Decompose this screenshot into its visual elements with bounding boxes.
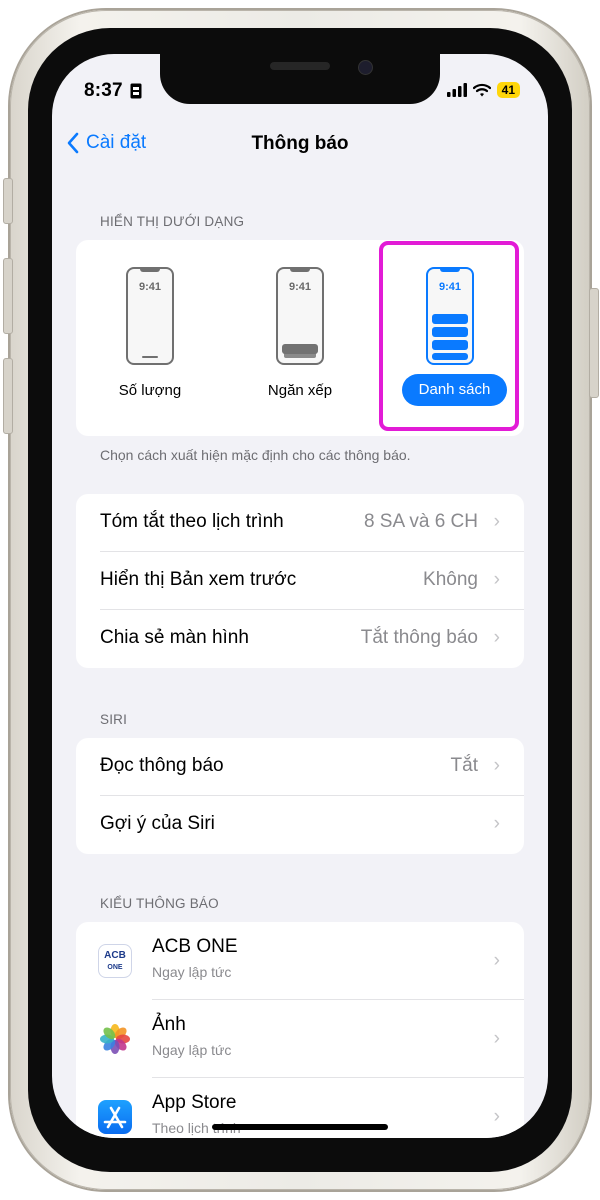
siri-header: SIRI [100, 712, 128, 727]
status-time: 8:37 [84, 80, 123, 101]
app-row-photos[interactable]: Ảnh Ngay lập tức › [76, 1000, 524, 1078]
phone-stack-icon: 9:41 [276, 267, 324, 365]
scheduled-summary-row[interactable]: Tóm tắt theo lịch trình 8 SA và 6 CH › [76, 494, 524, 552]
notification-style-header: KIỂU THÔNG BÁO [100, 896, 219, 911]
mute-switch [3, 178, 13, 224]
siri-suggestions-row[interactable]: Gợi ý của Siri › [76, 796, 524, 854]
style-option-stack[interactable]: 9:41 Ngăn xếp [230, 240, 370, 436]
chevron-right-icon: › [493, 755, 500, 776]
volume-up-button [3, 258, 13, 334]
navigation-bar: Cài đặt Thông báo [52, 132, 548, 162]
style-option-label: Ngăn xếp [267, 382, 333, 399]
display-as-header: HIỂN THỊ DƯỚI DẠNG [100, 214, 245, 229]
chevron-right-icon: › [493, 627, 500, 648]
settings-card: Tóm tắt theo lịch trình 8 SA và 6 CH › H… [76, 494, 524, 668]
phone-count-icon: 9:41 [126, 267, 174, 365]
chevron-right-icon: › [493, 813, 500, 834]
siri-card: Đọc thông báo Tắt › Gợi ý của Siri › [76, 738, 524, 854]
show-previews-row[interactable]: Hiển thị Bản xem trước Không › [76, 552, 524, 610]
highlight-frame [379, 241, 519, 431]
style-option-count[interactable]: 9:41 Số lượng [80, 240, 220, 436]
status-icons: 41 [446, 82, 520, 98]
app-row-acb-one[interactable]: ACB ONE ACB ONE Ngay lập tức › [76, 922, 524, 1000]
chevron-right-icon: › [493, 1028, 500, 1049]
notch [160, 54, 440, 104]
chevron-right-icon: › [493, 511, 500, 532]
home-indicator[interactable] [212, 1124, 388, 1130]
chevron-right-icon: › [493, 569, 500, 590]
sim-card-icon [130, 83, 142, 99]
chevron-right-icon: › [493, 950, 500, 971]
wifi-icon [472, 83, 491, 97]
acb-one-icon: ACB ONE [98, 944, 132, 978]
signal-icon [446, 83, 467, 97]
front-camera [358, 60, 373, 75]
volume-down-button [3, 358, 13, 434]
speaker [270, 62, 330, 70]
page-title: Thông báo [251, 133, 349, 154]
photos-icon [98, 1022, 132, 1056]
style-option-label: Số lượng [118, 382, 182, 399]
chevron-right-icon: › [493, 1106, 500, 1127]
apps-card: ACB ONE ACB ONE Ngay lập tức › Ảnh Ngay … [76, 922, 524, 1138]
battery-icon: 41 [496, 82, 520, 98]
screen-sharing-row[interactable]: Chia sẻ màn hình Tắt thông báo › [76, 610, 524, 668]
announce-notifications-row[interactable]: Đọc thông báo Tắt › [76, 738, 524, 796]
screen: 8:37 41 Cài đặt Thông báo HIỂN THỊ DƯỚI … [52, 54, 548, 1138]
power-button [589, 288, 599, 398]
display-as-footnote: Chọn cách xuất hiện mặc định cho các thô… [100, 447, 411, 463]
app-store-icon [98, 1100, 132, 1134]
